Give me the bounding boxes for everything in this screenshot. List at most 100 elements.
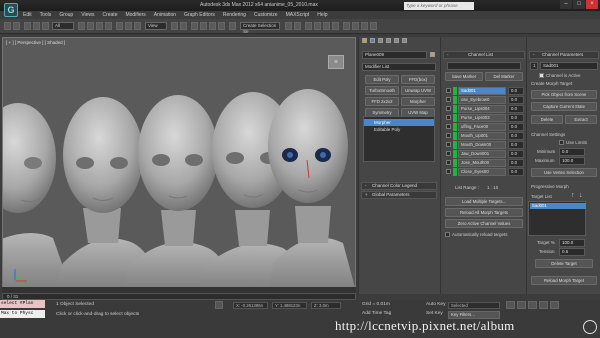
channel-checkbox[interactable] — [446, 133, 451, 138]
channel-value-spinner[interactable]: 0.0 — [508, 159, 524, 167]
channel-value-spinner[interactable]: 0.0 — [508, 141, 524, 149]
bind-space-warp-icon[interactable] — [42, 22, 49, 30]
close-icon[interactable]: × — [586, 0, 598, 9]
channel-row[interactable]: Purse_Lips003 0.0 — [446, 114, 526, 122]
utilities-tab-icon[interactable] — [402, 38, 407, 43]
channel-value-spinner[interactable]: 0.0 — [508, 132, 524, 140]
snap-icon[interactable] — [191, 22, 198, 30]
graphite-icon[interactable] — [314, 22, 321, 30]
select-by-name-icon[interactable] — [87, 22, 94, 30]
percent-snap-icon[interactable] — [209, 22, 216, 30]
motion-tab-icon[interactable] — [386, 38, 391, 43]
channel-value-spinner[interactable]: 0.0 — [508, 87, 524, 95]
object-color-swatch[interactable] — [430, 52, 435, 57]
auto-reload-checkbox[interactable] — [445, 232, 450, 237]
menu-rendering[interactable]: Rendering — [220, 11, 249, 19]
selection-filter-select[interactable]: All — [52, 22, 74, 30]
load-multiple-targets-button[interactable]: Load Multiple Targets... — [445, 197, 523, 206]
channel-row[interactable]: Mouth_Up001 0.0 — [446, 132, 526, 140]
angle-snap-icon[interactable] — [200, 22, 207, 30]
rect-selection-icon[interactable] — [96, 22, 103, 30]
modifier-stack[interactable]: Morpher Editable Poly — [363, 116, 435, 162]
x-coordinate-field[interactable]: X: -0.261386n — [233, 302, 268, 309]
move-icon[interactable] — [116, 22, 123, 30]
channel-value-spinner[interactable]: 0.0 — [508, 150, 524, 158]
stack-item-morpher[interactable]: Morpher — [364, 119, 434, 126]
ffd-2x2x2-button[interactable]: FFD 2x2x2 — [365, 97, 399, 106]
channel-parameters-rollout[interactable]: Channel Parameters — [529, 51, 599, 59]
pick-object-from-scene-button[interactable]: Pick Object from Scene — [531, 90, 597, 99]
channel-name-button[interactable]: Jaw_Down001 — [458, 150, 506, 158]
reference-coord-select[interactable]: View — [145, 22, 167, 30]
menu-group[interactable]: Group — [56, 11, 76, 19]
menu-customize[interactable]: Customize — [251, 11, 281, 19]
delete-button[interactable]: Delete — [531, 115, 563, 124]
extract-button[interactable]: Extract — [565, 115, 597, 124]
channel-value-spinner[interactable]: 0.0 — [508, 105, 524, 113]
channel-value-spinner[interactable]: 0.0 — [508, 96, 524, 104]
use-limits-checkbox[interactable] — [559, 140, 564, 145]
channel-name-button[interactable]: Purse_Lips004 — [458, 105, 506, 113]
auto-key-label[interactable]: Auto Key — [426, 302, 445, 307]
material-editor-icon[interactable] — [343, 22, 350, 30]
delete-target-button[interactable]: Delete Target — [535, 259, 593, 268]
manipulate-icon[interactable] — [180, 22, 187, 30]
channel-name-button[interactable]: uffing_Face00 — [458, 123, 506, 131]
channel-checkbox[interactable] — [446, 88, 451, 93]
menu-tools[interactable]: Tools — [37, 11, 55, 19]
channel-name-button[interactable]: Purse_Lips003 — [458, 114, 506, 122]
minimum-spinner[interactable]: 0.0 — [559, 148, 585, 156]
channel-active-checkbox[interactable] — [539, 73, 544, 78]
channel-checkbox[interactable] — [446, 106, 451, 111]
key-mode-select[interactable]: Selected — [448, 302, 500, 309]
render-icon[interactable] — [370, 22, 377, 30]
channel-name-button[interactable]: Close_Eyes00 — [458, 168, 506, 176]
render-setup-icon[interactable] — [352, 22, 359, 30]
scale-icon[interactable] — [134, 22, 141, 30]
channel-checkbox[interactable] — [446, 97, 451, 102]
window-crossing-icon[interactable] — [105, 22, 112, 30]
channel-row[interactable]: Jaw_Down001 0.0 — [446, 150, 526, 158]
menu-modifiers[interactable]: Modifiers — [122, 11, 148, 19]
channel-checkbox[interactable] — [446, 160, 451, 165]
target-list[interactable]: Sad001 — [528, 201, 586, 236]
rotate-icon[interactable] — [125, 22, 132, 30]
next-frame-icon[interactable] — [539, 301, 548, 309]
menu-help[interactable]: Help — [314, 11, 330, 19]
hierarchy-tab-icon[interactable] — [378, 38, 383, 43]
y-coordinate-field[interactable]: Y: 1.488123n — [272, 302, 307, 309]
target-percent-spinner[interactable]: 100.0 — [559, 239, 585, 247]
modifier-list-select[interactable]: Modifier List — [362, 63, 436, 71]
reload-morph-target-button[interactable]: Reload Morph Target — [531, 276, 597, 285]
channel-row[interactable]: Purse_Lips004 0.0 — [446, 105, 526, 113]
channel-row[interactable]: Close_Eyes00 0.0 — [446, 168, 526, 176]
tension-spinner[interactable]: 0.5 — [559, 248, 585, 256]
zero-active-channel-values-button[interactable]: Zero Active Channel Values — [445, 219, 523, 228]
pivot-icon[interactable] — [171, 22, 178, 30]
channel-value-spinner[interactable]: 0.0 — [508, 114, 524, 122]
render-frame-icon[interactable] — [361, 22, 368, 30]
redo-icon[interactable] — [13, 22, 20, 30]
layer-icon[interactable] — [305, 22, 312, 30]
maximize-icon[interactable]: □ — [573, 0, 585, 9]
menu-maxscript[interactable]: MAXScript — [283, 11, 313, 19]
schematic-icon[interactable] — [332, 22, 339, 30]
display-tab-icon[interactable] — [394, 38, 399, 43]
target-list-item[interactable]: Sad001 — [530, 203, 586, 209]
spinner-snap-icon[interactable] — [218, 22, 225, 30]
menu-views[interactable]: Views — [78, 11, 97, 19]
channel-list-rollout[interactable]: Channel List — [443, 51, 525, 59]
select-object-icon[interactable] — [78, 22, 85, 30]
channel-row[interactable]: Sad001 0.0 — [446, 87, 526, 95]
add-time-tag-label[interactable]: Add Time Tag — [362, 311, 391, 316]
undo-icon[interactable] — [4, 22, 11, 30]
app-logo[interactable]: G — [4, 3, 18, 17]
named-selection-icon[interactable] — [229, 22, 236, 30]
channel-row[interactable]: Mouth_Down00 0.0 — [446, 141, 526, 149]
channel-name-button[interactable]: ose_Eyebrow0 — [458, 96, 506, 104]
channel-value-spinner[interactable]: 0.0 — [508, 168, 524, 176]
previous-frame-icon[interactable] — [517, 301, 526, 309]
global-parameters-rollout[interactable]: Global Parameters — [361, 191, 437, 199]
ffd-box-button[interactable]: FFD(box) — [401, 75, 435, 84]
save-marker-button[interactable]: Save Marker — [445, 72, 483, 81]
